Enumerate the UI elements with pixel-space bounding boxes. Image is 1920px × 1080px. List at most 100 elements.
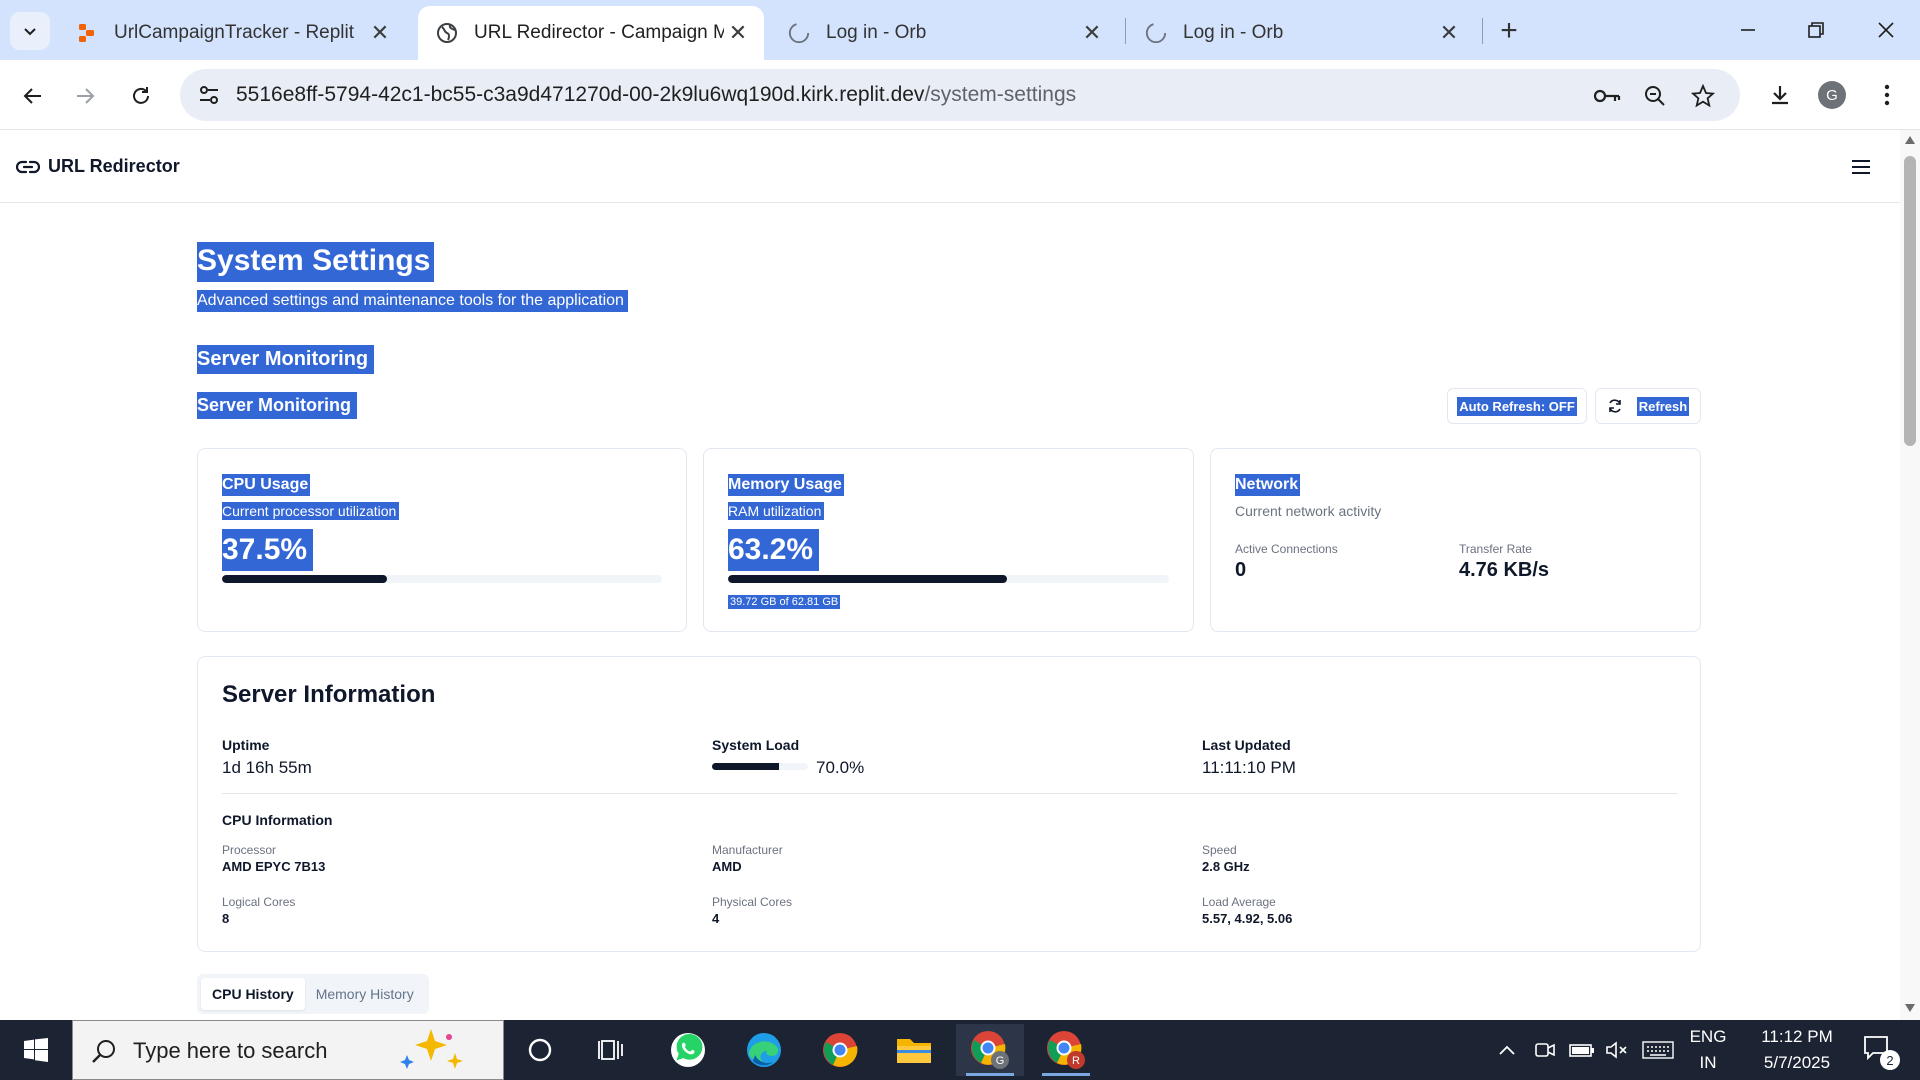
memory-amount: 39.72 GB of 62.81 GB [728, 595, 841, 609]
speed-label: Speed [1202, 843, 1237, 857]
meet-now-icon[interactable] [1530, 1020, 1560, 1080]
replit-favicon-icon [76, 22, 98, 44]
battery-icon[interactable] [1566, 1020, 1598, 1080]
browser-tab-orb-login-1[interactable]: Log in - Orb ✕ [770, 6, 1118, 60]
card-title: Memory Usage [728, 474, 844, 496]
chrome-profile-g-icon[interactable]: G [956, 1024, 1024, 1076]
active-connections-value: 0 [1235, 559, 1247, 581]
load-average-value: 5.57, 4.92, 5.06 [1202, 911, 1293, 926]
card-description: RAM utilization [728, 502, 825, 520]
scroll-up-arrow-icon[interactable] [1904, 134, 1916, 146]
app-brand[interactable]: URL Redirector [16, 156, 180, 177]
scrollbar-thumb[interactable] [1904, 156, 1916, 446]
page-title: System Settings [197, 242, 435, 282]
start-button[interactable] [0, 1020, 72, 1080]
close-tab-icon[interactable]: ✕ [724, 19, 752, 47]
password-key-icon[interactable] [1592, 81, 1622, 111]
forward-button[interactable] [66, 77, 104, 115]
server-information-card: Server Information Uptime 1d 16h 55m Sys… [197, 656, 1701, 952]
windows-taskbar: Type here to search G R ENG IN 11:12 PM … [0, 1020, 1920, 1080]
server-info-title: Server Information [222, 681, 436, 708]
app-header: URL Redirector [0, 130, 1900, 203]
whatsapp-icon[interactable] [654, 1024, 722, 1076]
reload-button[interactable] [122, 77, 160, 115]
download-icon[interactable] [1761, 76, 1799, 114]
browser-toolbar: 5516e8ff-5794-42c1-bc55-c3a9d471270d-00-… [0, 60, 1920, 130]
file-explorer-icon[interactable] [880, 1024, 948, 1076]
cpu-information-heading: CPU Information [222, 812, 333, 828]
page-scrollbar[interactable] [1900, 130, 1920, 1020]
tab-separator [1125, 18, 1126, 44]
back-button[interactable] [14, 77, 52, 115]
tab-title: Log in - Orb [1183, 22, 1284, 43]
taskbar-search-box[interactable]: Type here to search [72, 1020, 504, 1080]
link-icon [16, 160, 40, 173]
tab-search-button[interactable] [10, 12, 50, 50]
tab-cpu-history[interactable]: CPU History [201, 978, 305, 1010]
refresh-button[interactable]: Refresh [1595, 388, 1701, 424]
scroll-down-arrow-icon[interactable] [1904, 1002, 1916, 1014]
clock-date: 5/7/2025 [1763, 1053, 1831, 1072]
edge-browser-icon[interactable] [730, 1024, 798, 1076]
physical-cores-label: Physical Cores [712, 895, 793, 909]
browser-tab-orb-login-2[interactable]: Log in - Orb ✕ [1127, 6, 1475, 60]
url-text[interactable]: 5516e8ff-5794-42c1-bc55-c3a9d471270d-00-… [236, 83, 1076, 107]
volume-muted-icon[interactable] [1602, 1020, 1632, 1080]
arrow-left-icon [23, 88, 41, 104]
language-code: ENG [1689, 1027, 1727, 1046]
notification-badge: 2 [1880, 1050, 1900, 1070]
refresh-icon [1608, 399, 1621, 413]
monitoring-heading: Server Monitoring [197, 392, 358, 419]
notification-center-button[interactable]: 2 [1854, 1020, 1904, 1080]
transfer-rate-value: 4.76 KB/s [1459, 559, 1550, 581]
cortana-icon[interactable] [506, 1024, 574, 1076]
url-path: /system-settings [924, 83, 1077, 106]
chrome-profile-r-icon[interactable]: R [1032, 1024, 1100, 1076]
search-icon [92, 1040, 115, 1063]
browser-menu-icon[interactable] [1868, 76, 1906, 114]
arrow-right-icon [77, 88, 95, 104]
load-average-label: Load Average [1202, 895, 1276, 909]
zoom-icon[interactable] [1640, 81, 1670, 111]
minimize-window-button[interactable] [1724, 10, 1772, 50]
address-bar[interactable]: 5516e8ff-5794-42c1-bc55-c3a9d471270d-00-… [180, 69, 1740, 121]
auto-refresh-label: Auto Refresh: OFF [1457, 396, 1577, 416]
bookmark-star-icon[interactable] [1688, 81, 1718, 111]
restore-window-button[interactable] [1792, 10, 1840, 50]
manufacturer-label: Manufacturer [712, 843, 783, 857]
site-info-icon[interactable] [194, 81, 224, 109]
speed-value: 2.8 GHz [1202, 859, 1250, 874]
cpu-progress-bar [222, 575, 662, 583]
tab-title: Log in - Orb [826, 22, 927, 43]
clock[interactable]: 11:12 PM 5/7/2025 [1742, 1024, 1852, 1076]
close-window-button[interactable] [1862, 10, 1910, 50]
refresh-label: Refresh [1636, 396, 1690, 416]
network-card: Network Current network activity Active … [1210, 448, 1701, 632]
page-subtitle: Advanced settings and maintenance tools … [197, 290, 628, 312]
tab-title: URL Redirector - Campaign Mar [474, 22, 724, 43]
tab-title: UrlCampaignTracker - Replit [114, 22, 355, 43]
card-description: Current processor utilization [222, 502, 400, 520]
uptime-value: 1d 16h 55m [222, 758, 312, 777]
close-icon [1878, 22, 1894, 38]
brand-name: URL Redirector [48, 156, 180, 176]
close-tab-icon[interactable]: ✕ [1435, 19, 1463, 47]
profile-avatar[interactable]: G [1813, 76, 1851, 114]
close-tab-icon[interactable]: ✕ [366, 19, 394, 47]
chrome-icon[interactable] [806, 1024, 874, 1076]
browser-tab-url-redirector[interactable]: URL Redirector - Campaign Mar ✕ [418, 6, 764, 60]
chevron-down-icon [24, 28, 36, 36]
auto-refresh-toggle-button[interactable]: Auto Refresh: OFF [1447, 388, 1587, 424]
keyboard-icon[interactable] [1640, 1020, 1676, 1080]
memory-usage-card: Memory Usage RAM utilization 63.2% 39.72… [703, 448, 1194, 632]
clock-time: 11:12 PM [1761, 1027, 1833, 1046]
menu-toggle-button[interactable] [1848, 154, 1874, 180]
browser-tab-replit[interactable]: UrlCampaignTracker - Replit ✕ [58, 6, 406, 60]
section-heading-server-monitoring: Server Monitoring [197, 345, 375, 374]
input-language-indicator[interactable]: ENG IN [1686, 1024, 1730, 1076]
show-hidden-icons-chevron-icon[interactable] [1494, 1020, 1520, 1080]
new-tab-button[interactable]: + [1492, 14, 1526, 48]
task-view-icon[interactable] [578, 1024, 646, 1076]
tab-memory-history[interactable]: Memory History [305, 978, 425, 1010]
close-tab-icon[interactable]: ✕ [1078, 19, 1106, 47]
